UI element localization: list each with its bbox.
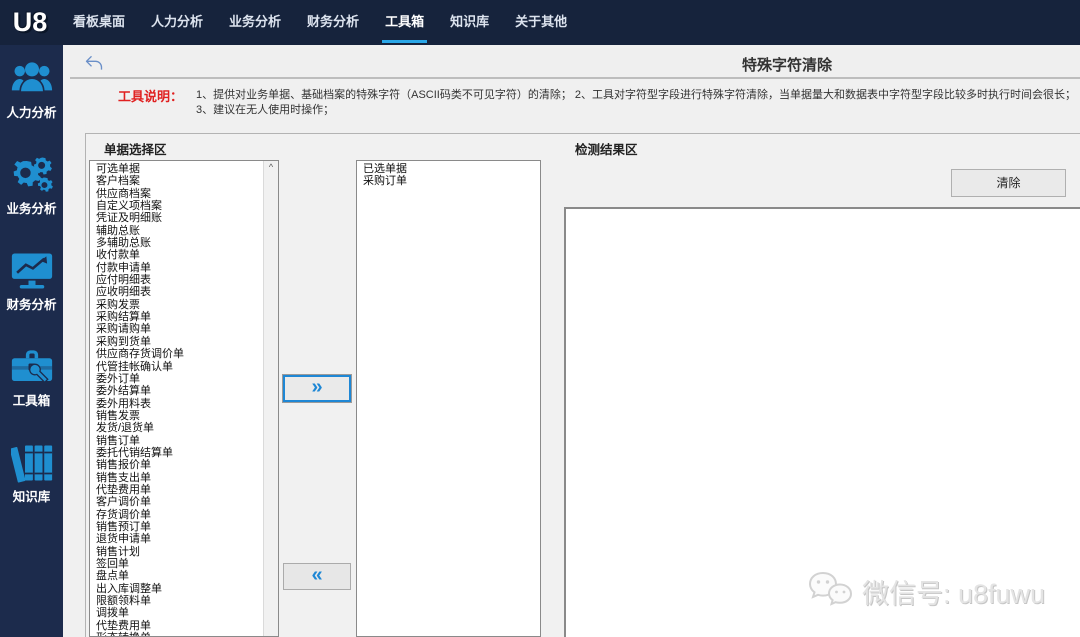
list-item[interactable]: 签回单 (96, 558, 262, 570)
list-item[interactable]: 销售支出单 (96, 472, 262, 484)
sidebar-item-label: 人力分析 (6, 102, 56, 121)
top-tabs: 看板桌面 人力分析 业务分析 财务分析 工具箱 知识库 关于其他 (60, 0, 580, 45)
list-item[interactable]: 自定义项档案 (96, 200, 262, 212)
sidebar-item[interactable]: 人力分析 (0, 45, 63, 141)
top-tab[interactable]: 业务分析 (216, 0, 294, 45)
books-icon (11, 441, 53, 483)
selection-area-title: 单据选择区 (104, 139, 167, 158)
list-item[interactable]: 代垫费用单 (96, 484, 262, 496)
list-item[interactable]: 销售订单 (96, 435, 262, 447)
top-tab[interactable]: 工具箱 (372, 0, 437, 45)
list-item[interactable]: 辅助总账 (96, 225, 262, 237)
gears-icon (11, 153, 53, 195)
top-tab[interactable]: 关于其他 (502, 0, 580, 45)
tool-notice: 工具说明： 1、提供对业务单据、基础档案的特殊字符（ASCII码类不可见字符）的… (70, 82, 1080, 132)
sidebar-item[interactable]: 工具箱 (0, 333, 63, 429)
list-item[interactable]: 采购订单 (363, 175, 524, 187)
sidebar-item[interactable]: 财务分析 (0, 237, 63, 333)
top-tab[interactable]: 财务分析 (294, 0, 372, 45)
list-item[interactable]: 发货/退货单 (96, 422, 262, 434)
list-item[interactable]: 多辅助总账 (96, 237, 262, 249)
top-navigation: U8 看板桌面 人力分析 业务分析 财务分析 工具箱 知识库 关于其他 (0, 0, 1080, 45)
sidebar-item-label: 知识库 (13, 486, 51, 505)
list-item[interactable]: 销售发票 (96, 410, 262, 422)
list-item[interactable]: 出入库调整单 (96, 583, 262, 595)
list-item[interactable]: 盘点单 (96, 570, 262, 582)
list-item[interactable]: 委托代销结算单 (96, 447, 262, 459)
list-item[interactable]: 销售预订单 (96, 521, 262, 533)
available-documents-list: 可选单据 客户档案 供应商档案 自定义项档案 凭证及明细账 辅助总账 多辅助总账… (89, 160, 279, 637)
available-rows: 可选单据 客户档案 供应商档案 自定义项档案 凭证及明细账 辅助总账 多辅助总账… (90, 161, 278, 637)
list-item[interactable]: 限额领料单 (96, 595, 262, 607)
top-tab[interactable]: 知识库 (437, 0, 502, 45)
watermark: 微信号: u8fuwu (808, 570, 1045, 613)
main-panel: 单据选择区 检测结果区 可选单据 客户档案 供应商档案 自定义项档案 凭证及明细… (85, 133, 1080, 637)
list-item[interactable]: 代管挂帐确认单 (96, 361, 262, 373)
back-icon[interactable] (84, 54, 104, 72)
result-area-title: 检测结果区 (575, 139, 638, 158)
chart-icon (11, 249, 53, 291)
list-item[interactable]: 可选单据 (96, 163, 262, 175)
scrollbar[interactable]: ^ (263, 161, 278, 636)
list-item[interactable]: 销售报价单 (96, 459, 262, 471)
list-item[interactable]: 客户档案 (96, 175, 262, 187)
wechat-icon (808, 570, 854, 613)
top-tab[interactable]: 人力分析 (138, 0, 216, 45)
list-item[interactable]: 采购发票 (96, 299, 262, 311)
list-item[interactable]: 应付明细表 (96, 274, 262, 286)
notice-lines: 1、提供对业务单据、基础档案的特殊字符（ASCII码类不可见字符）的清除； 2、… (196, 88, 1076, 118)
list-item[interactable]: 调拨单 (96, 607, 262, 619)
list-item[interactable]: 委外订单 (96, 373, 262, 385)
list-item[interactable]: 销售计划 (96, 546, 262, 558)
list-item[interactable]: 委外用料表 (96, 398, 262, 410)
notice-line-1: 1、提供对业务单据、基础档案的特殊字符（ASCII码类不可见字符）的清除； 2、… (196, 88, 1076, 103)
list-item[interactable]: 退货申请单 (96, 533, 262, 545)
move-left-button[interactable]: « (283, 563, 351, 590)
page-header: 特殊字符清除 (70, 48, 1080, 79)
clear-button[interactable]: 清除 (951, 169, 1066, 197)
top-tab[interactable]: 看板桌面 (60, 0, 138, 45)
sidebar-item-label: 财务分析 (6, 294, 56, 313)
list-item[interactable]: 委外结算单 (96, 385, 262, 397)
move-right-button[interactable]: » (283, 375, 351, 402)
list-item[interactable]: 供应商档案 (96, 188, 262, 200)
page-title: 特殊字符清除 (742, 54, 832, 75)
list-item[interactable]: 形态转换单 (96, 632, 262, 637)
scroll-up-icon[interactable]: ^ (264, 161, 278, 175)
list-item[interactable]: 凭证及明细账 (96, 212, 262, 224)
list-item[interactable]: 采购请购单 (96, 323, 262, 335)
list-item[interactable]: 收付款单 (96, 249, 262, 261)
selected-rows: 已选单据 采购订单 (357, 161, 540, 188)
watermark-text: 微信号: u8fuwu (862, 572, 1045, 611)
list-item[interactable]: 代垫费用单 (96, 620, 262, 632)
list-item[interactable]: 付款申请单 (96, 262, 262, 274)
list-item[interactable]: 客户调价单 (96, 496, 262, 508)
notice-line-2: 3、建议在无人使用时操作； (196, 103, 1076, 118)
u8-logo: U8 (0, 0, 60, 45)
users-icon (11, 57, 53, 99)
list-item[interactable]: 采购到货单 (96, 336, 262, 348)
list-item[interactable]: 供应商存货调价单 (96, 348, 262, 360)
list-item[interactable]: 已选单据 (363, 163, 524, 175)
list-item[interactable]: 采购结算单 (96, 311, 262, 323)
toolbox-icon (11, 345, 53, 387)
sidebar: 人力分析 业务分析 财务分析 工具箱 知识库 (0, 45, 63, 637)
sidebar-item[interactable]: 业务分析 (0, 141, 63, 237)
notice-label: 工具说明： (118, 86, 183, 105)
sidebar-item-label: 业务分析 (6, 198, 56, 217)
list-item[interactable]: 应收明细表 (96, 286, 262, 298)
sidebar-item[interactable]: 知识库 (0, 429, 63, 525)
list-item[interactable]: 存货调价单 (96, 509, 262, 521)
selected-documents-list: 已选单据 采购订单 (356, 160, 541, 637)
sidebar-item-label: 工具箱 (13, 390, 51, 409)
